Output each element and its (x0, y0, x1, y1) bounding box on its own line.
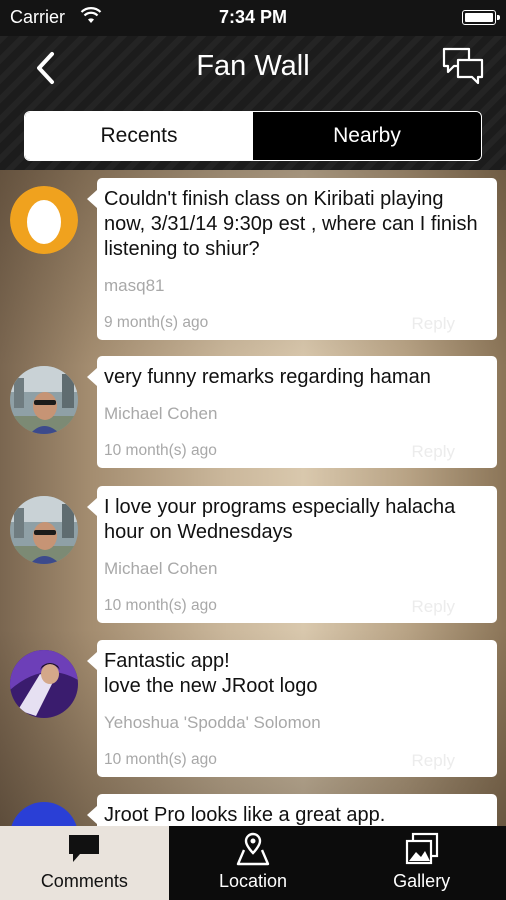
tab-gallery[interactable]: Gallery (337, 826, 506, 900)
comment-text: Fantastic app! love the new JRoot logo (104, 650, 318, 697)
comment-text: I love your programs especially halacha … (104, 496, 456, 543)
comment-meta: 9 month(s) ago Reply (104, 314, 489, 334)
reply-button[interactable]: Reply (412, 442, 455, 462)
comment-time: 10 month(s) ago (104, 442, 217, 459)
user-photo-icon (10, 366, 78, 434)
avatar-photo[interactable] (10, 802, 78, 826)
comment-time: 10 month(s) ago (104, 751, 217, 768)
comment-meta: 10 month(s) ago Reply (104, 597, 489, 617)
avatar-egg[interactable] (10, 186, 78, 254)
comment-bubble: I love your programs especially halacha … (87, 486, 497, 623)
reply-button[interactable]: Reply (412, 597, 455, 617)
segment-recents[interactable]: Recents (25, 112, 253, 160)
comment-bubble: Couldn't finish class on Kiribati playin… (87, 178, 497, 340)
comment-bubble: Jroot Pro looks like a great app. (87, 794, 497, 826)
tab-label: Location (218, 871, 288, 891)
tab-comments[interactable]: Comments (0, 826, 169, 900)
comment-text: very funny remarks regarding haman (104, 366, 431, 388)
comment-text: Jroot Pro looks like a great app. (104, 804, 386, 826)
user-photo-icon (10, 650, 78, 718)
comment-author[interactable]: Michael Cohen (104, 404, 489, 424)
comment-time: 10 month(s) ago (104, 597, 217, 614)
status-bar: Carrier 7:34 PM (0, 0, 506, 36)
comment-author[interactable]: Yehoshua 'Spodda' Solomon (104, 713, 489, 733)
avatar-photo[interactable] (10, 496, 78, 564)
location-icon (236, 832, 270, 866)
comment-time: 9 month(s) ago (104, 314, 209, 331)
comment-meta: 10 month(s) ago Reply (104, 442, 489, 462)
comment-text: Couldn't finish class on Kiribati playin… (104, 188, 478, 260)
tab-label: Comments (40, 871, 128, 891)
tab-bar: Comments Location Gallery (0, 826, 506, 900)
segmented-control: Recents Nearby (24, 111, 482, 161)
comment-bubble: Fantastic app! love the new JRoot logo Y… (87, 640, 497, 777)
comment-bubble: very funny remarks regarding haman Micha… (87, 356, 497, 468)
comment-meta: 10 month(s) ago Reply (104, 751, 489, 771)
chat-bubbles-icon[interactable] (442, 46, 484, 86)
battery-icon (462, 10, 500, 25)
gallery-icon (405, 832, 438, 865)
user-photo-icon (10, 496, 78, 564)
comment-icon (69, 835, 100, 862)
segment-nearby[interactable]: Nearby (253, 112, 481, 160)
clock: 7:34 PM (218, 7, 288, 27)
reply-button[interactable]: Reply (412, 751, 455, 771)
fan-wall-list[interactable]: Couldn't finish class on Kiribati playin… (0, 170, 506, 826)
tab-location[interactable]: Location (169, 826, 338, 900)
tab-label: Gallery (393, 871, 451, 891)
avatar-photo[interactable] (10, 650, 78, 718)
reply-button[interactable]: Reply (412, 314, 455, 334)
egg-icon (10, 186, 78, 254)
navigation-bar: Fan Wall Recents Nearby (0, 36, 506, 170)
comment-author[interactable]: masq81 (104, 276, 489, 296)
page-title: Fan Wall (196, 50, 310, 82)
avatar-photo[interactable] (10, 366, 78, 434)
comment-author[interactable]: Michael Cohen (104, 559, 489, 579)
